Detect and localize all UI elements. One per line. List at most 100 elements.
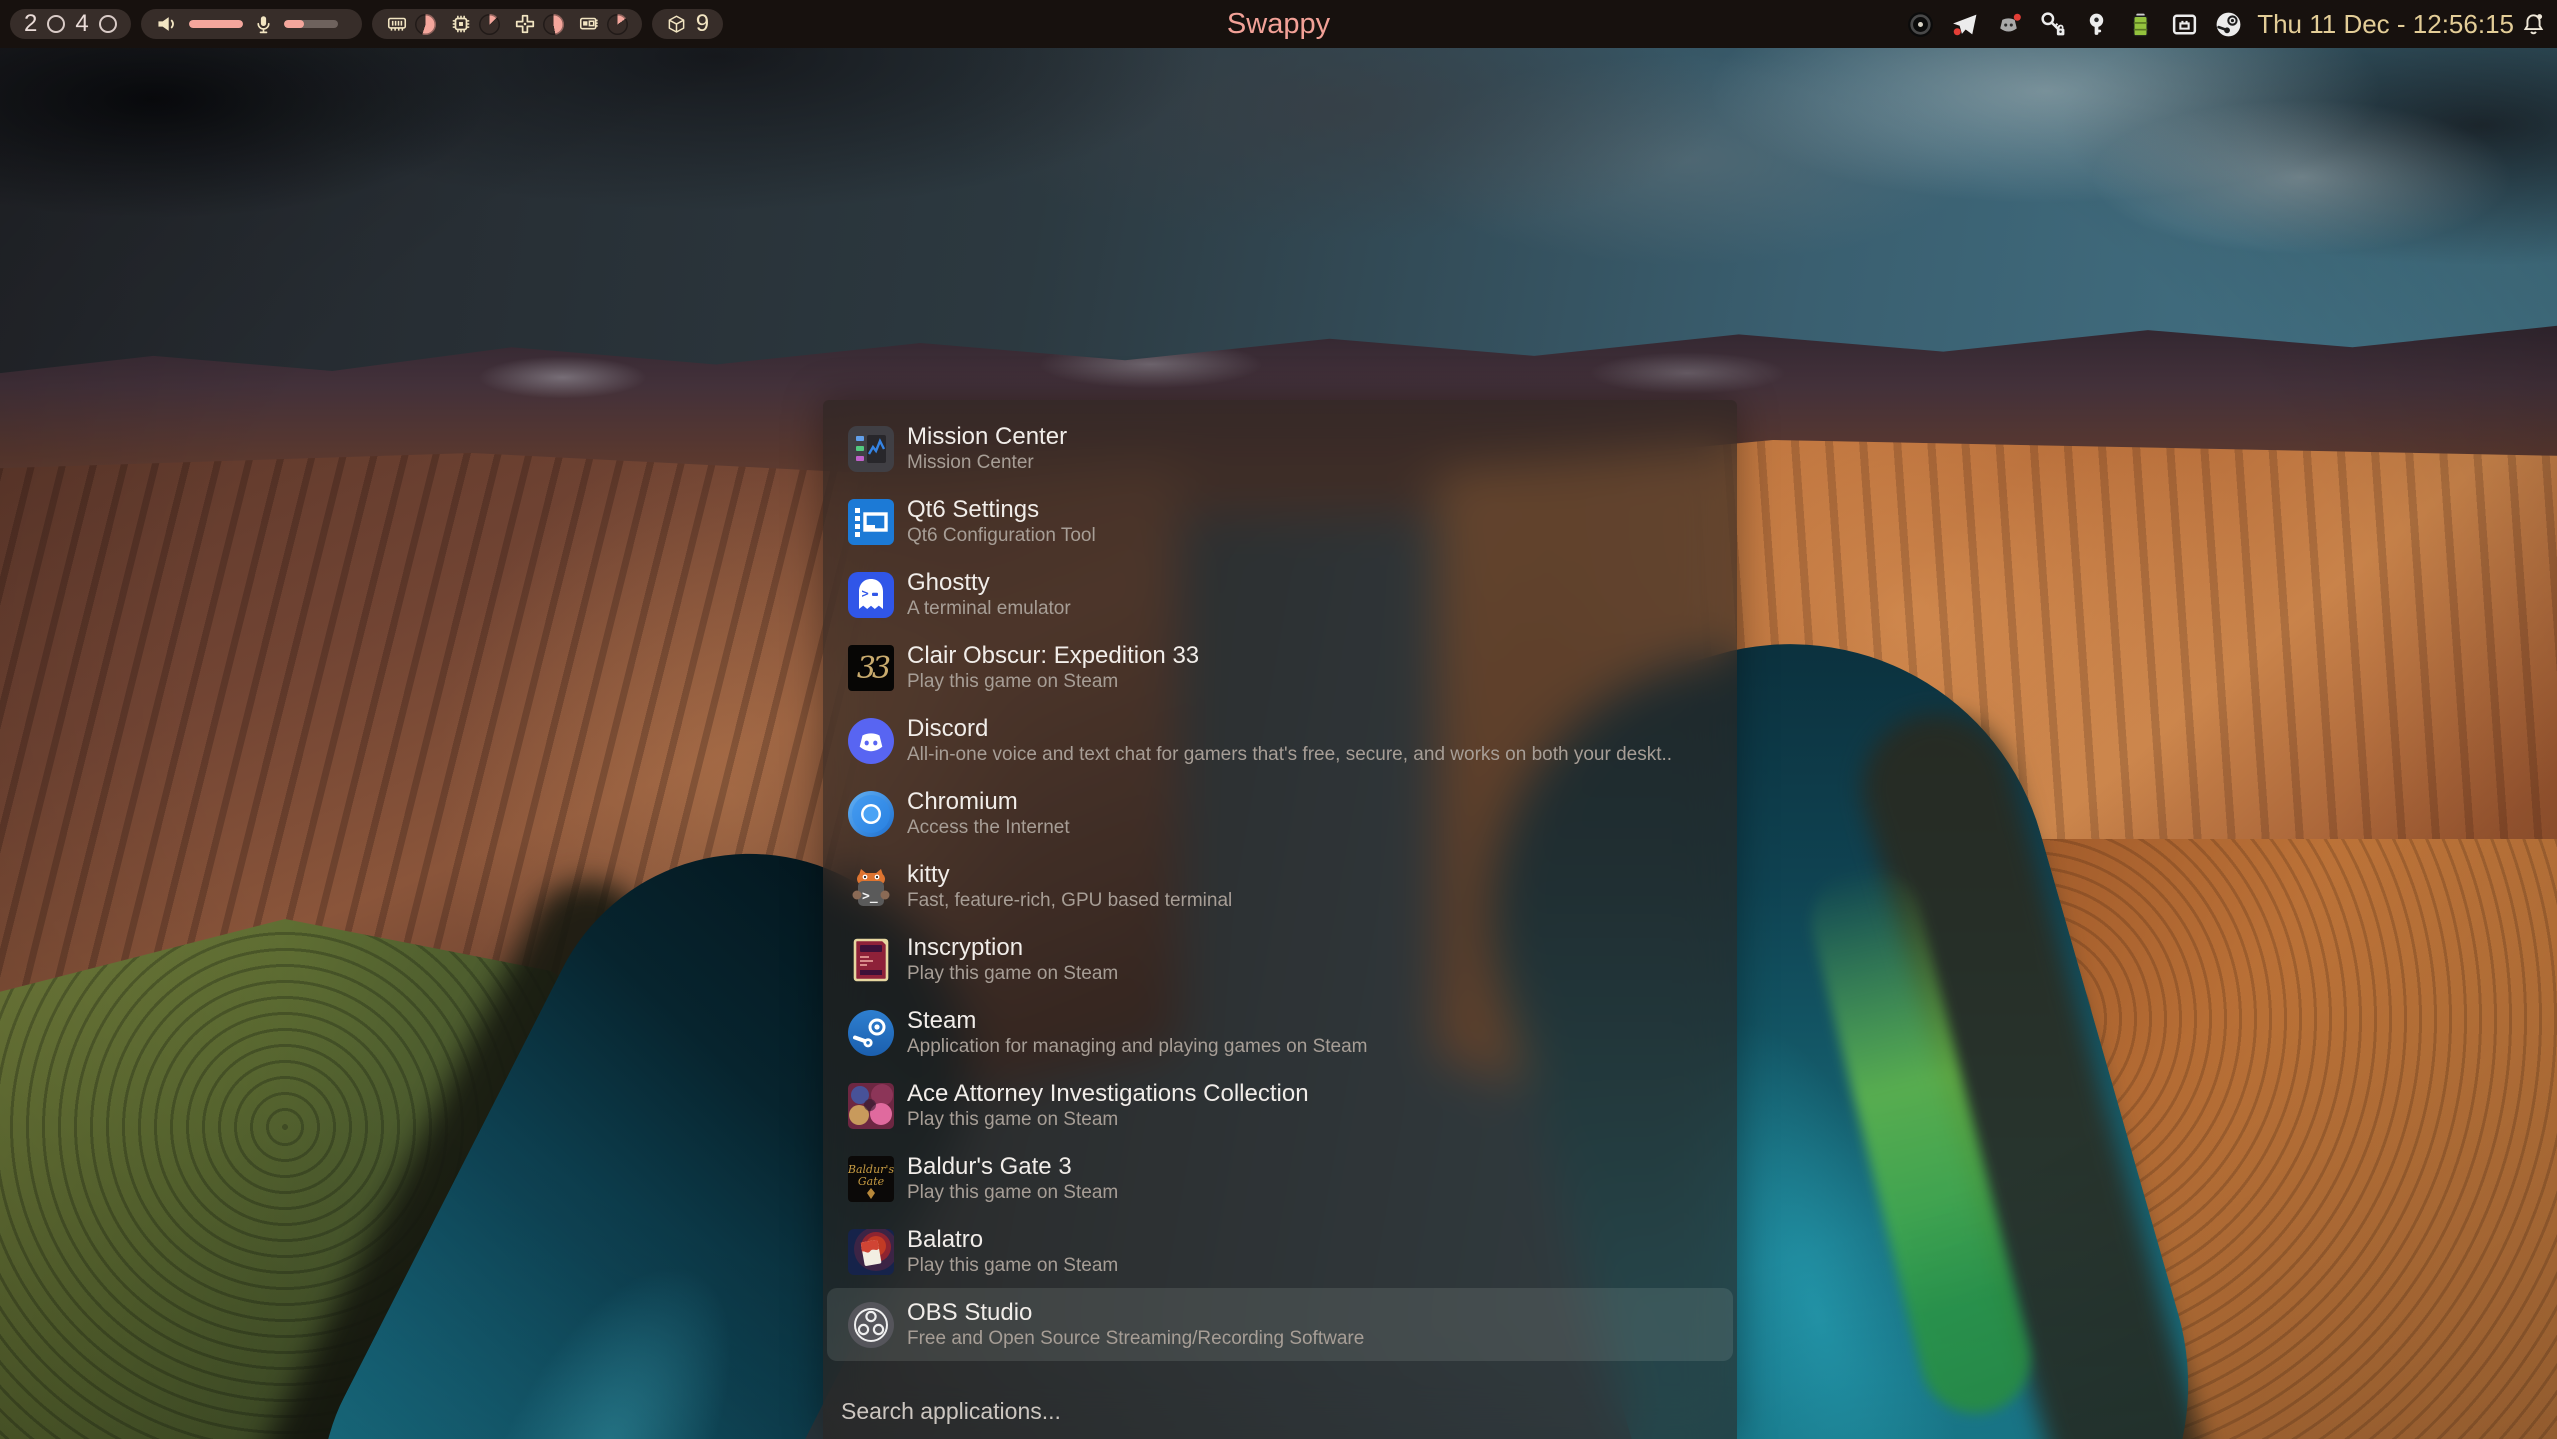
- app-row-balatro[interactable]: BalatroPlay this game on Steam: [827, 1215, 1733, 1288]
- app-texts: Ace Attorney Investigations CollectionPl…: [907, 1080, 1309, 1131]
- gpu-icon: [578, 13, 600, 35]
- battery-icon[interactable]: [2126, 10, 2155, 39]
- app-texts: Baldur's Gate 3Play this game on Steam: [907, 1153, 1118, 1204]
- app-texts: BalatroPlay this game on Steam: [907, 1226, 1118, 1277]
- steam-tray-icon[interactable]: [2214, 10, 2243, 39]
- updates-count: 9: [696, 10, 709, 38]
- chromium-icon: [848, 791, 894, 837]
- steelseries-icon[interactable]: [1906, 10, 1935, 39]
- app-title: kitty: [907, 861, 1232, 889]
- app-texts: Clair Obscur: Expedition 33Play this gam…: [907, 642, 1199, 693]
- app-texts: GhosttyA terminal emulator: [907, 569, 1071, 620]
- app-row-ace-attorney-investigations-collection[interactable]: Ace Attorney Investigations CollectionPl…: [827, 1069, 1733, 1142]
- app-title: Ghostty: [907, 569, 1071, 597]
- app-subtitle: Play this game on Steam: [907, 962, 1118, 985]
- mic-slider-fill: [284, 20, 305, 28]
- keepassxc-icon[interactable]: [2038, 10, 2067, 39]
- stats-pill[interactable]: [372, 9, 642, 39]
- app-title: Qt6 Settings: [907, 496, 1096, 524]
- discord-tray-icon[interactable]: [1994, 10, 2023, 39]
- updates-pill[interactable]: 9: [652, 9, 723, 39]
- focused-window-title: Swappy: [1227, 0, 1330, 48]
- clock[interactable]: Thu 11 Dec - 12:56:15: [2257, 9, 2514, 40]
- ghostty-icon: >: [848, 572, 894, 618]
- kitty-icon: >_: [848, 864, 894, 910]
- app-title: Clair Obscur: Expedition 33: [907, 642, 1199, 670]
- app-title: Chromium: [907, 788, 1070, 816]
- app-title: Discord: [907, 715, 1672, 743]
- app-subtitle: Play this game on Steam: [907, 1254, 1118, 1277]
- baldurs-gate-3-icon: Baldur'sGate: [848, 1156, 894, 1202]
- speaker-icon: [155, 12, 179, 36]
- app-subtitle: All-in-one voice and text chat for gamer…: [907, 743, 1672, 766]
- microphone-icon: [253, 14, 274, 35]
- desktop: 24 9 Swappy Thu 11 Dec - 12:56:15: [0, 0, 2557, 1439]
- memory-icon: [386, 13, 408, 35]
- app-title: Mission Center: [907, 423, 1067, 451]
- app-row-kitty[interactable]: >_ kittyFast, feature-rich, GPU based ter…: [827, 850, 1733, 923]
- app-row-obs-studio[interactable]: OBS StudioFree and Open Source Streaming…: [827, 1288, 1733, 1361]
- workspaces-pill[interactable]: 24: [10, 9, 131, 39]
- app-texts: Mission CenterMission Center: [907, 423, 1067, 474]
- app-row-inscryption[interactable]: InscryptionPlay this game on Steam: [827, 923, 1733, 996]
- cpu-icon: [450, 13, 472, 35]
- app-subtitle: Play this game on Steam: [907, 670, 1199, 693]
- app-subtitle: Access the Internet: [907, 816, 1070, 839]
- svg-text:33: 33: [857, 651, 890, 686]
- app-texts: kittyFast, feature-rich, GPU based termi…: [907, 861, 1232, 912]
- top-bar-right: Thu 11 Dec - 12:56:15: [1906, 9, 2547, 40]
- workspace-number-2[interactable]: 2: [24, 9, 37, 39]
- system-tray: [1906, 10, 2243, 39]
- app-subtitle: Application for managing and playing gam…: [907, 1035, 1368, 1058]
- app-title: Inscryption: [907, 934, 1118, 962]
- audio-pill[interactable]: [141, 9, 362, 39]
- mic-slider[interactable]: [284, 20, 338, 28]
- inscryption-icon: [848, 937, 894, 983]
- app-subtitle: Mission Center: [907, 451, 1067, 474]
- app-texts: SteamApplication for managing and playin…: [907, 1007, 1368, 1058]
- app-title: Balatro: [907, 1226, 1118, 1254]
- app-row-discord[interactable]: DiscordAll-in-one voice and text chat fo…: [827, 704, 1733, 777]
- app-texts: ChromiumAccess the Internet: [907, 788, 1070, 839]
- app-title: Ace Attorney Investigations Collection: [907, 1080, 1309, 1108]
- top-bar-left: 24 9: [10, 9, 723, 39]
- app-row-mission-center[interactable]: Mission CenterMission Center: [827, 412, 1733, 485]
- mission-center-icon: [848, 426, 894, 472]
- workspace-number-4[interactable]: 4: [75, 9, 88, 39]
- workspace-dot-3[interactable]: [99, 15, 117, 33]
- cpu-usage-pie: [479, 14, 500, 35]
- gpu-usage-pie: [607, 14, 628, 35]
- app-title: Steam: [907, 1007, 1368, 1035]
- ace-attorney-icon: [848, 1083, 894, 1129]
- package-icon: [666, 14, 687, 35]
- app-row-ghostty[interactable]: > GhosttyA terminal emulator: [827, 558, 1733, 631]
- app-title: Baldur's Gate 3: [907, 1153, 1118, 1181]
- app-row-chromium[interactable]: ChromiumAccess the Internet: [827, 777, 1733, 850]
- gamepad-usage-pie: [543, 14, 564, 35]
- discord-icon: [848, 718, 894, 764]
- svg-text:>: >: [862, 586, 869, 600]
- keyring-icon[interactable]: [2082, 10, 2111, 39]
- app-row-baldur-s-gate-3[interactable]: Baldur'sGate Baldur's Gate 3Play this gam…: [827, 1142, 1733, 1215]
- top-bar: 24 9 Swappy Thu 11 Dec - 12:56:15: [0, 0, 2557, 48]
- app-texts: OBS StudioFree and Open Source Streaming…: [907, 1299, 1364, 1350]
- clair-obscur-icon: 33: [848, 645, 894, 691]
- app-launcher: Mission CenterMission Center Qt6 Settings…: [823, 400, 1737, 1439]
- telegram-icon[interactable]: [1950, 10, 1979, 39]
- app-row-clair-obscur-expedition-33[interactable]: 33 Clair Obscur: Expedition 33Play this g…: [827, 631, 1733, 704]
- app-texts: InscryptionPlay this game on Steam: [907, 934, 1118, 985]
- svg-text:Gate: Gate: [858, 1175, 885, 1188]
- bell-icon[interactable]: [2520, 11, 2547, 38]
- search-input[interactable]: Search applications...: [841, 1398, 1061, 1425]
- app-row-steam[interactable]: SteamApplication for managing and playin…: [827, 996, 1733, 1069]
- app-subtitle: Play this game on Steam: [907, 1108, 1309, 1131]
- app-row-qt6-settings[interactable]: Qt6 SettingsQt6 Configuration Tool: [827, 485, 1733, 558]
- steam-icon: [848, 1010, 894, 1056]
- memory-usage-pie: [415, 14, 436, 35]
- volume-slider[interactable]: [189, 20, 243, 28]
- balatro-icon: [848, 1229, 894, 1275]
- workspace-dot-1[interactable]: [47, 15, 65, 33]
- obs-studio-icon: [848, 1302, 894, 1348]
- network-icon[interactable]: [2170, 10, 2199, 39]
- qt6-settings-icon: [848, 499, 894, 545]
